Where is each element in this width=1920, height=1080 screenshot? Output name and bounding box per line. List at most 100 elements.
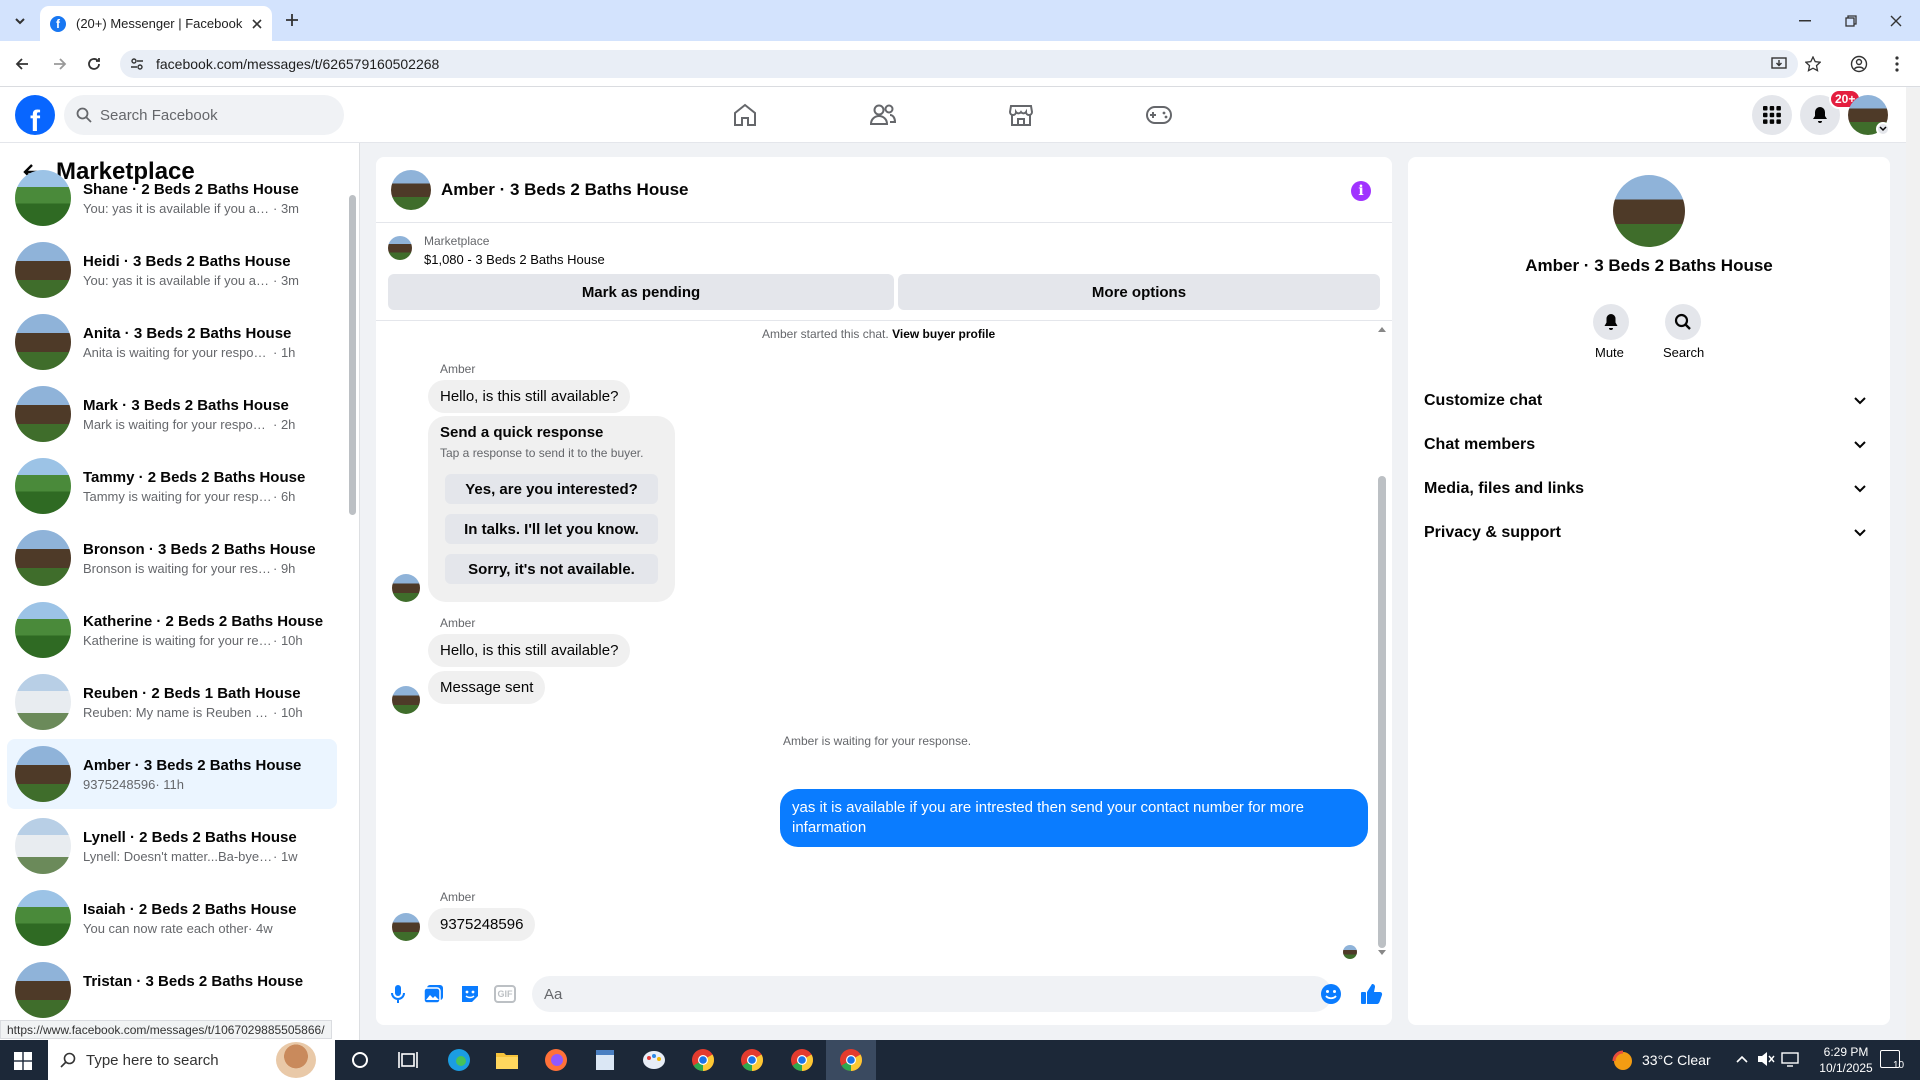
cortana-icon[interactable]	[344, 1044, 376, 1076]
quick-response-yes[interactable]: Yes, are you interested?	[445, 474, 658, 504]
close-tab-icon[interactable]	[252, 18, 262, 29]
view-buyer-profile-link[interactable]: View buyer profile	[892, 327, 995, 341]
message-bubble[interactable]: Hello, is this still available?	[428, 634, 631, 667]
volume-muted-icon[interactable]	[1757, 1051, 1775, 1067]
chrome-active-icon[interactable]	[835, 1044, 867, 1076]
network-icon[interactable]	[1781, 1051, 1799, 1067]
chat-scrollbar[interactable]	[1378, 476, 1386, 948]
chat-header[interactable]: Amber · 3 Beds 2 Baths House	[376, 157, 1392, 223]
show-hidden-icons-icon[interactable]	[1736, 1054, 1748, 1064]
message-input[interactable]: Aa	[532, 976, 1332, 1012]
chat-info-icon[interactable]: i	[1351, 181, 1371, 201]
browser-menu-icon[interactable]	[1887, 53, 1907, 75]
restore-icon[interactable]	[1840, 10, 1862, 32]
file-explorer-icon[interactable]	[491, 1044, 523, 1076]
emoji-icon[interactable]	[1320, 983, 1342, 1005]
scroll-down-icon[interactable]	[1378, 950, 1386, 958]
sender-avatar[interactable]	[392, 913, 420, 941]
conversation-item[interactable]: Shane · 2 Beds 2 Baths House You: yas it …	[7, 163, 337, 233]
search-chat-icon[interactable]	[1665, 304, 1701, 340]
conversation-avatar	[15, 242, 71, 298]
conversation-item[interactable]: Lynell · 2 Beds 2 Baths House Lynell: Doe…	[7, 811, 337, 881]
sender-avatar[interactable]	[392, 574, 420, 602]
windows-start-icon[interactable]	[14, 1052, 32, 1070]
taskbar-clock[interactable]: 6:29 PM 10/1/2025	[1808, 1044, 1884, 1076]
conversation-item[interactable]: Anita · 3 Beds 2 Baths House Anita is wai…	[7, 307, 337, 377]
conversation-item[interactable]: Tammy · 2 Beds 2 Baths House Tammy is wai…	[7, 451, 337, 521]
message-bubble[interactable]: Hello, is this still available?	[428, 380, 631, 413]
listing-thumbnail[interactable]	[388, 236, 412, 260]
edge-browser-icon[interactable]	[443, 1044, 475, 1076]
chat-avatar[interactable]	[391, 169, 431, 210]
more-options-button[interactable]: More options	[898, 274, 1380, 310]
minimize-icon[interactable]	[1794, 10, 1816, 32]
sticker-icon[interactable]	[459, 983, 481, 1005]
bookmark-star-icon[interactable]	[1802, 53, 1824, 75]
chat-members-row[interactable]: Chat members	[1424, 427, 1876, 463]
details-avatar[interactable]	[1613, 175, 1685, 247]
weather-icon[interactable]	[1606, 1044, 1638, 1076]
site-info-icon[interactable]	[128, 55, 146, 73]
attach-photo-icon[interactable]	[423, 983, 445, 1005]
sender-avatar[interactable]	[392, 686, 420, 714]
facebook-search-input[interactable]: Search Facebook	[64, 95, 344, 135]
conversation-item[interactable]: Mark · 3 Beds 2 Baths House Mark is waiti…	[7, 379, 337, 449]
profile-icon[interactable]	[1848, 53, 1870, 75]
conversation-item[interactable]: Isaiah · 2 Beds 2 Baths House You can now…	[7, 883, 337, 953]
conversation-item[interactable]: Tristan · 3 Beds 2 Baths House	[7, 955, 337, 1025]
marketplace-nav-icon[interactable]	[1001, 100, 1041, 130]
privacy-support-row[interactable]: Privacy & support	[1424, 515, 1876, 551]
conversation-item[interactable]: Heidi · 3 Beds 2 Baths House You: yas it …	[7, 235, 337, 305]
home-nav-icon[interactable]	[725, 100, 765, 130]
notepad-app-icon[interactable]	[589, 1044, 621, 1076]
chrome-profile-icon[interactable]	[736, 1044, 768, 1076]
conversation-preview-line: Lynell: Doesn't matter...Ba-bye Sheila ·…	[83, 849, 323, 864]
thumbs-up-icon[interactable]	[1359, 982, 1383, 1006]
menu-grid-icon[interactable]	[1752, 95, 1792, 135]
conversation-item[interactable]: Bronson · 3 Beds 2 Baths House Bronson is…	[7, 523, 337, 593]
voice-clip-icon[interactable]	[388, 983, 408, 1005]
chrome-profile-icon[interactable]	[786, 1044, 818, 1076]
new-tab-icon[interactable]	[282, 10, 302, 30]
url-text[interactable]: facebook.com/messages/t/626579160502268	[156, 56, 439, 72]
scroll-up-icon[interactable]	[1378, 326, 1386, 334]
mute-label[interactable]: Mute	[1595, 345, 1624, 360]
mute-bell-icon[interactable]	[1593, 304, 1629, 340]
chat-header-name[interactable]: Amber · 3 Beds 2 Baths House	[441, 180, 689, 200]
friends-nav-icon[interactable]	[863, 100, 903, 130]
mark-pending-button[interactable]: Mark as pending	[388, 274, 894, 310]
conversation-item[interactable]: Amber · 3 Beds 2 Baths House 9375248596 ·…	[7, 739, 337, 809]
close-window-icon[interactable]	[1885, 10, 1907, 32]
conversation-item[interactable]: Reuben · 2 Beds 1 Bath House Reuben: My n…	[7, 667, 337, 737]
quick-response-in-talks[interactable]: In talks. I'll let you know.	[445, 514, 658, 544]
browser-tab[interactable]: f (20+) Messenger | Facebook	[40, 6, 272, 41]
back-icon[interactable]	[10, 52, 34, 76]
sidebar-scrollbar[interactable]	[349, 195, 356, 515]
gaming-nav-icon[interactable]	[1139, 100, 1179, 130]
listing-title[interactable]: $1,080 - 3 Beds 2 Baths House	[424, 252, 605, 267]
customize-chat-row[interactable]: Customize chat	[1424, 383, 1876, 419]
conversation-item[interactable]: Katherine · 2 Beds 2 Baths House Katherin…	[7, 595, 337, 665]
forward-icon[interactable]	[48, 52, 72, 76]
my-message-bubble[interactable]: yas it is available if you are intrested…	[780, 789, 1368, 847]
paint-app-icon[interactable]	[638, 1044, 670, 1076]
reload-icon[interactable]	[82, 52, 106, 76]
message-bubble[interactable]: 9375248596	[428, 908, 536, 941]
firefox-icon[interactable]	[540, 1044, 572, 1076]
media-files-links-row[interactable]: Media, files and links	[1424, 471, 1876, 507]
message-bubble[interactable]: Message sent	[428, 671, 546, 704]
gif-icon[interactable]: GIF	[494, 985, 516, 1003]
facebook-logo-icon[interactable]: f	[15, 95, 55, 135]
conversation-avatar	[15, 530, 71, 586]
install-app-icon[interactable]	[1768, 53, 1790, 75]
task-view-icon[interactable]	[392, 1044, 424, 1076]
chrome-icon[interactable]	[687, 1044, 719, 1076]
page-scrollbar[interactable]	[1906, 88, 1920, 1040]
conversation-text: Anita · 3 Beds 2 Baths House Anita is wai…	[83, 325, 323, 360]
tab-search-icon[interactable]	[8, 10, 32, 32]
search-label[interactable]: Search	[1663, 345, 1704, 360]
account-chevron-icon[interactable]	[1876, 122, 1890, 136]
quick-response-not-available[interactable]: Sorry, it's not available.	[445, 554, 658, 584]
weather-text[interactable]: 33°C Clear	[1642, 1052, 1711, 1068]
conversation-name: Reuben · 2 Beds 1 Bath House	[83, 684, 301, 702]
